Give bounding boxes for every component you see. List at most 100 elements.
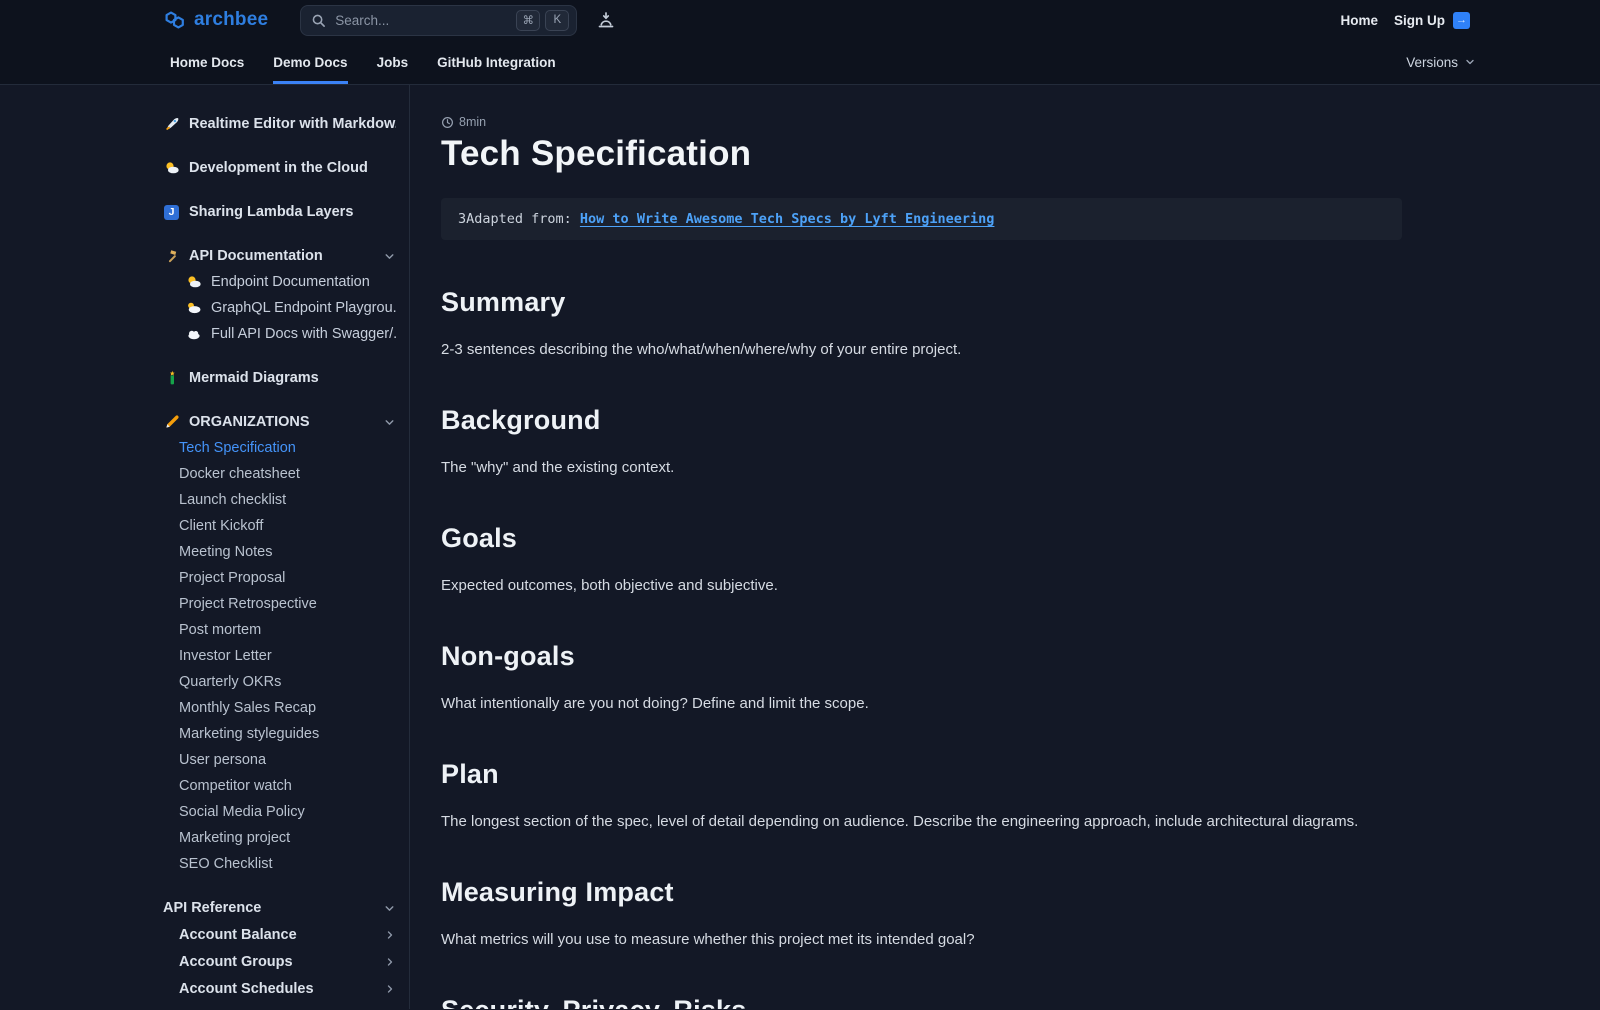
search-box[interactable]: ⌘ K [300,5,577,36]
section-body: Expected outcomes, both objective and su… [441,577,1600,594]
sidebar-item-marketing-styleguides[interactable]: Marketing styleguides [163,721,396,747]
sidebar: Realtime Editor with Markdow... Developme… [0,85,410,1009]
sun-behind-cloud-icon [185,274,202,291]
section-non-goals: Non-goalsWhat intentionally are you not … [441,641,1600,712]
search-input[interactable] [333,12,511,29]
signup-arrow-icon[interactable]: → [1453,12,1470,29]
sidebar-item-post-mortem[interactable]: Post mortem [163,617,396,643]
sidebar-item-docker-cheatsheet[interactable]: Docker cheatsheet [163,461,396,487]
chevron-right-icon[interactable] [384,956,396,968]
sidebar-item-label: Development in the Cloud [189,160,368,176]
sidebar-item-client-kickoff[interactable]: Client Kickoff [163,513,396,539]
tabs-container: Home Docs Demo Docs Jobs GitHub Integration [170,40,585,84]
sidebar-item-account-schedules[interactable]: Account Schedules [163,975,396,1002]
sidebar-item-monthly-sales-recap[interactable]: Monthly Sales Recap [163,695,396,721]
section-measuring-impact: Measuring ImpactWhat metrics will you us… [441,877,1600,948]
tab-github-integration[interactable]: GitHub Integration [437,40,556,84]
sidebar-item-label: Project Retrospective [179,596,317,612]
article: 8min Tech Specification 3Adapted from: H… [410,85,1600,1009]
chevron-down-icon[interactable] [383,902,396,915]
sidebar-item-organizations[interactable]: ORGANIZATIONS [163,409,396,435]
section-security-privacy-risks: Security, Privacy, RisksWhat are potenti… [441,995,1600,1009]
k-key-badge: K [545,10,569,31]
sidebar-item-user-persona[interactable]: User persona [163,747,396,773]
letter-j-icon: J [163,204,180,221]
page-title: Tech Specification [441,134,1600,174]
sidebar-item-marketing-project[interactable]: Marketing project [163,825,396,851]
import-icon[interactable] [595,9,617,31]
sun-behind-cloud-icon [163,160,180,177]
section-heading: Summary [441,287,1600,318]
tab-home-docs[interactable]: Home Docs [170,40,244,84]
sidebar-item-account-groups[interactable]: Account Groups [163,948,396,975]
read-time: 8min [441,115,1600,129]
sidebar-item-label: Tech Specification [179,440,296,456]
sidebar-item-social-media-policy[interactable]: Social Media Policy [163,799,396,825]
archbee-logo-icon [163,8,187,32]
tab-jobs[interactable]: Jobs [377,40,409,84]
top-header: archbee ⌘ K Home Sign Up → [0,0,1600,40]
sidebar-item-label: Meeting Notes [179,544,273,560]
sidebar-item-investor-letter[interactable]: Investor Letter [163,643,396,669]
callout-link[interactable]: How to Write Awesome Tech Specs by Lyft … [580,211,995,227]
sidebar-item-development-in-the-cloud[interactable]: Development in the Cloud [163,155,396,181]
sun-behind-large-cloud-icon [185,300,202,317]
sidebar-item-api-documentation[interactable]: API Documentation [163,243,396,269]
sidebar-item-project-retrospective[interactable]: Project Retrospective [163,591,396,617]
sidebar-item-api-reference[interactable]: API Reference [163,895,396,921]
archbee-logo[interactable]: archbee [163,8,268,32]
section-background: BackgroundThe "why" and the existing con… [441,405,1600,476]
sidebar-item-label: Endpoint Documentation [211,274,370,290]
sidebar-item-full-api-docs-with-swagger[interactable]: Full API Docs with Swagger/... [163,321,396,347]
cloud-icon [185,326,202,343]
section-body: The longest section of the spec, level o… [441,813,1600,830]
sidebar-item-label: ORGANIZATIONS [189,414,310,430]
sidebar-item-label: Client Kickoff [179,518,263,534]
versions-dropdown[interactable]: Versions [1406,40,1476,84]
chevron-right-icon[interactable] [384,983,396,995]
section-plan: PlanThe longest section of the spec, lev… [441,759,1600,830]
chevron-down-icon[interactable] [383,250,396,263]
sidebar-item-label: API Documentation [189,248,323,264]
sidebar-item-label: User persona [179,752,266,768]
letter-j-badge: J [164,205,179,220]
sidebar-item-seo-checklist[interactable]: SEO Checklist [163,851,396,877]
sidebar-item-meeting-notes[interactable]: Meeting Notes [163,539,396,565]
sidebar-item-launch-checklist[interactable]: Launch checklist [163,487,396,513]
signup-link[interactable]: Sign Up [1394,13,1445,28]
logo-text: archbee [194,9,268,31]
hammer-icon [163,248,180,265]
cmd-key-badge: ⌘ [516,10,540,31]
callout-box: 3Adapted from: How to Write Awesome Tech… [441,198,1402,240]
pencil-icon [163,414,180,431]
section-heading: Measuring Impact [441,877,1600,908]
sidebar-item-account-balance[interactable]: Account Balance [163,921,396,948]
sidebar-item-tech-specification[interactable]: Tech Specification [163,435,396,461]
tab-demo-docs[interactable]: Demo Docs [273,40,347,84]
section-body: The "why" and the existing context. [441,459,1600,476]
home-link[interactable]: Home [1340,13,1378,28]
section-goals: GoalsExpected outcomes, both objective a… [441,523,1600,594]
sidebar-item-graphql-endpoint-playgrou[interactable]: GraphQL Endpoint Playgrou... [163,295,396,321]
sidebar-item-label: Competitor watch [179,778,292,794]
sidebar-item-label: Full API Docs with Swagger/... [211,326,396,342]
rocket-icon [163,116,180,133]
sidebar-item-realtime-editor-with-markdow[interactable]: Realtime Editor with Markdow... [163,111,396,137]
sidebar-item-mermaid-diagrams[interactable]: Mermaid Diagrams [163,365,396,391]
sidebar-item-label: Docker cheatsheet [179,466,300,482]
sidebar-item-sharing-lambda-layers[interactable]: J Sharing Lambda Layers [163,199,396,225]
sidebar-item-project-proposal[interactable]: Project Proposal [163,565,396,591]
sidebar-item-label: Project Proposal [179,570,285,586]
chevron-down-icon [1464,56,1476,68]
sections-container: Summary2-3 sentences describing the who/… [441,287,1600,1009]
sidebar-item-label: Post mortem [179,622,261,638]
read-time-label: 8min [459,115,486,129]
sidebar-item-label: Sharing Lambda Layers [189,204,353,220]
chevron-down-icon[interactable] [383,416,396,429]
sidebar-item-quarterly-okrs[interactable]: Quarterly OKRs [163,669,396,695]
chevron-right-icon[interactable] [384,929,396,941]
sidebar-item-label: API Reference [163,900,261,916]
sidebar-item-endpoint-documentation[interactable]: Endpoint Documentation [163,269,396,295]
sidebar-item-competitor-watch[interactable]: Competitor watch [163,773,396,799]
callout-text: 3Adapted from: [458,211,580,227]
